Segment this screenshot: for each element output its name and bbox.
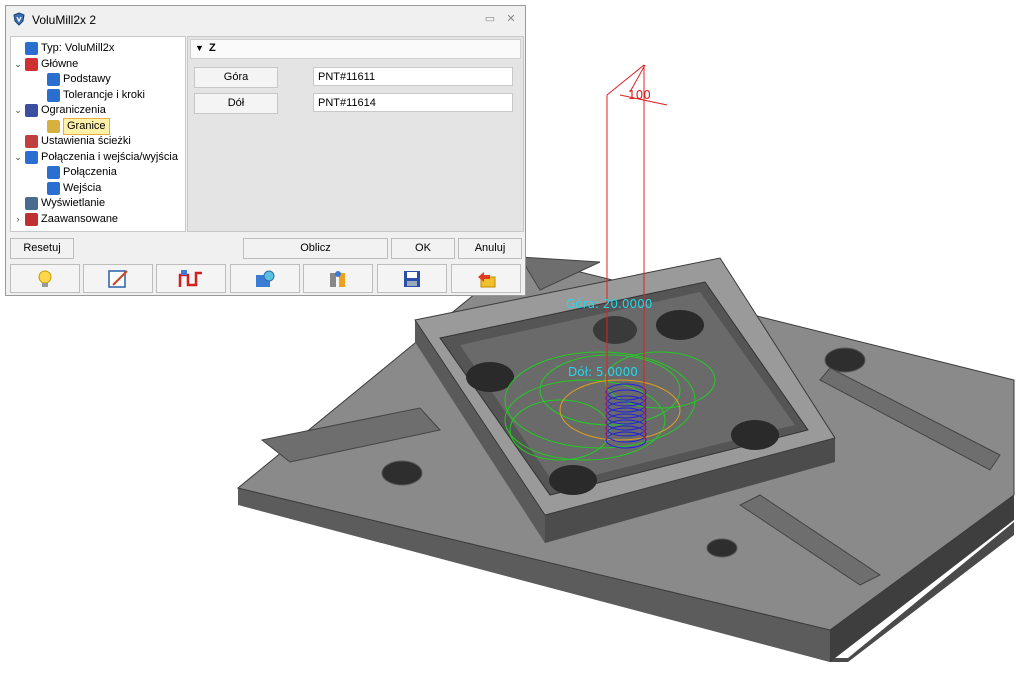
tree-item-label: Wejścia bbox=[63, 181, 102, 194]
window-title: VoluMill2x 2 bbox=[32, 13, 97, 27]
section-title: Z bbox=[209, 42, 216, 54]
tree-item[interactable]: › Zaawansowane bbox=[11, 212, 181, 227]
chevron-right-icon[interactable]: › bbox=[13, 212, 23, 227]
tree-item-label: Wyświetlanie bbox=[41, 197, 106, 209]
top-height-label: Góra: 20.0000 bbox=[566, 297, 653, 311]
tree-item-label: Połączenia i wejścia/wyjścia bbox=[41, 150, 178, 163]
undo-icon bbox=[478, 271, 496, 287]
tree-item-label: Połączenia bbox=[63, 166, 117, 178]
settings-icon bbox=[256, 270, 275, 287]
tree-item[interactable]: Typ: VoluMill2x bbox=[11, 41, 181, 56]
connection-icon bbox=[47, 166, 60, 179]
volumill-shield-icon bbox=[13, 12, 25, 26]
tree-item[interactable]: ⌄ Główne bbox=[11, 57, 181, 72]
restore-icon[interactable]: ▭ bbox=[483, 12, 497, 26]
path-settings-icon bbox=[25, 135, 38, 148]
property-value-bottom[interactable]: PNT#11614 bbox=[313, 93, 513, 112]
edit-button[interactable] bbox=[83, 264, 153, 293]
tree-item[interactable]: Wyświetlanie bbox=[11, 196, 181, 211]
advanced-icon bbox=[25, 212, 38, 226]
properties-panel: ▼ Z Góra PNT#11611 Dół PNT#11614 bbox=[187, 36, 524, 232]
property-value-top[interactable]: PNT#11611 bbox=[313, 67, 513, 86]
tree-item[interactable]: Podstawy bbox=[11, 72, 181, 87]
chevron-down-icon[interactable]: ⌄ bbox=[13, 150, 23, 165]
tree-item[interactable]: Ustawienia ścieżki bbox=[11, 134, 181, 149]
toolpath-button[interactable] bbox=[156, 264, 226, 293]
main-settings-icon bbox=[25, 57, 38, 71]
cancel-button[interactable]: Anuluj bbox=[458, 238, 522, 259]
reset-button[interactable]: Resetuj bbox=[10, 238, 74, 259]
tree-item[interactable]: Tolerancje i kroki bbox=[11, 88, 181, 103]
parameters-icon bbox=[330, 270, 345, 287]
volumill-dialog: VoluMill2x 2 ▭ ✕ Typ: VoluMill2x ⌄ Główne P… bbox=[5, 5, 526, 296]
toolpath-icon bbox=[178, 269, 202, 287]
tolerance-icon bbox=[47, 88, 60, 102]
collapse-triangle-icon[interactable]: ▼ bbox=[195, 43, 204, 53]
tree-item[interactable]: Wejścia bbox=[11, 181, 181, 196]
save-icon bbox=[404, 270, 420, 287]
property-name-top: Góra bbox=[194, 67, 278, 88]
dimension-label: 100 bbox=[628, 88, 651, 102]
tree-item[interactable]: ⌄ Ograniczenia bbox=[11, 103, 181, 118]
save-button[interactable] bbox=[377, 264, 447, 293]
bottom-height-label: Dół: 5.0000 bbox=[568, 365, 638, 379]
settings-tree[interactable]: Typ: VoluMill2x ⌄ Główne Podstawy Tolerancje… bbox=[10, 36, 186, 232]
hint-button[interactable] bbox=[10, 264, 80, 293]
tree-item[interactable]: Połączenia bbox=[11, 165, 181, 180]
close-icon[interactable]: ✕ bbox=[504, 12, 518, 26]
limits-icon bbox=[25, 104, 38, 117]
tree-item[interactable]: Granice bbox=[11, 117, 181, 135]
tree-item-label: Główne bbox=[41, 57, 79, 70]
compute-button[interactable]: Oblicz bbox=[243, 238, 388, 259]
entry-icon bbox=[47, 181, 60, 195]
tree-item-label: Zaawansowane bbox=[41, 212, 119, 225]
display-icon bbox=[25, 197, 38, 210]
chevron-down-icon[interactable]: ⌄ bbox=[13, 103, 23, 118]
tree-item-label: Ustawienia ścieżki bbox=[41, 135, 131, 147]
machine-settings-button[interactable] bbox=[230, 264, 300, 293]
tree-item-label: Granice bbox=[63, 117, 110, 135]
property-name-bottom: Dół bbox=[194, 93, 278, 114]
tree-item-label: Tolerancje i kroki bbox=[63, 88, 145, 101]
lightbulb-icon bbox=[38, 270, 52, 287]
tree-item[interactable]: ⌄ Połączenia i wejścia/wyjścia bbox=[11, 150, 181, 165]
ok-button[interactable]: OK bbox=[391, 238, 455, 259]
chevron-down-icon[interactable]: ⌄ bbox=[13, 57, 23, 72]
edit-icon bbox=[108, 269, 128, 288]
tree-item-label: Ograniczenia bbox=[41, 104, 106, 116]
title-bar[interactable]: VoluMill2x 2 ▭ ✕ bbox=[6, 6, 525, 32]
undo-button[interactable] bbox=[451, 264, 521, 293]
basics-icon bbox=[47, 73, 60, 86]
links-icon bbox=[25, 150, 38, 164]
section-header-z[interactable]: ▼ Z bbox=[190, 39, 521, 59]
boundary-icon bbox=[47, 119, 60, 133]
parameters-button[interactable] bbox=[303, 264, 373, 293]
tree-item-label: Podstawy bbox=[63, 73, 111, 85]
toolpath-type-icon bbox=[25, 42, 38, 55]
tree-item-label: Typ: VoluMill2x bbox=[41, 42, 115, 54]
